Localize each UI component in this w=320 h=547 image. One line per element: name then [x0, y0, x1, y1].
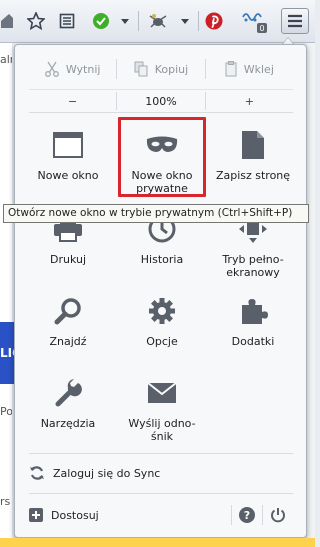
- tools-label: Narzędzia: [40, 417, 96, 430]
- banner-text: LIC: [0, 346, 14, 360]
- copy-button[interactable]: Kopiuj: [117, 55, 204, 83]
- new-window-label: Nowe okno: [37, 169, 99, 182]
- search-icon: [54, 298, 81, 325]
- sync-label: Zaloguj się do Sync: [53, 466, 161, 480]
- toolbar-separator: [138, 11, 139, 31]
- bookmark-star-icon[interactable]: [24, 10, 48, 32]
- home-icon[interactable]: [0, 10, 14, 32]
- clipboard-icon: [225, 61, 237, 77]
- send-link-button[interactable]: Wyślij odno-śnik: [114, 375, 210, 443]
- save-page-label: Zapisz stronę: [215, 169, 291, 182]
- gear-icon: [149, 298, 175, 324]
- fullscreen-label: Tryb pełno-ekranowy: [222, 253, 284, 279]
- page-footer-strip: [0, 538, 315, 547]
- new-window-button[interactable]: Nowe okno: [20, 127, 116, 182]
- zoom-reset-button[interactable]: 100%: [117, 95, 204, 108]
- puzzle-icon: [242, 299, 268, 324]
- scissors-icon: [44, 61, 59, 77]
- options-button[interactable]: Opcje: [114, 293, 210, 348]
- zoom-out-button[interactable]: −: [29, 95, 116, 108]
- addon-badge-count: 0: [259, 24, 264, 33]
- envelope-icon: [147, 382, 177, 403]
- dropdown-arrow-icon[interactable]: [117, 10, 133, 32]
- zoom-in-button[interactable]: +: [206, 95, 293, 108]
- addon-bug-icon[interactable]: [145, 10, 171, 32]
- divider: [29, 453, 293, 454]
- addons-label: Dodatki: [231, 335, 275, 348]
- browser-toolbar: 0: [0, 0, 315, 43]
- options-label: Opcje: [146, 335, 178, 348]
- menu-footer: Dostosuj ?: [29, 500, 293, 530]
- window-icon: [53, 132, 83, 158]
- find-label: Znajdź: [49, 335, 87, 348]
- plus-square-icon: [29, 508, 43, 522]
- print-label: Drukuj: [49, 253, 87, 266]
- sync-icon: [30, 466, 44, 480]
- help-button[interactable]: ?: [232, 502, 262, 528]
- find-button[interactable]: Znajdź: [20, 293, 116, 348]
- power-icon: [271, 508, 285, 523]
- open-menu-button[interactable]: [281, 8, 309, 34]
- addon-green-check-icon[interactable]: [89, 10, 113, 32]
- copy-icon: [134, 61, 148, 77]
- cut-label: Wytnij: [65, 62, 101, 76]
- save-page-icon: [242, 131, 264, 159]
- background-text: aln: [0, 53, 12, 66]
- paste-button[interactable]: Wklej: [206, 55, 293, 83]
- private-window-tooltip: Otwórz nowe okno w trybie prywatnym (Ctr…: [3, 204, 309, 223]
- paste-label: Wklej: [243, 62, 274, 76]
- pinterest-icon[interactable]: [202, 10, 226, 32]
- firefox-menu-panel: Wytnij Kopiuj Wklej − 100% + Nowe okno N…: [14, 44, 307, 538]
- customize-button[interactable]: Dostosuj: [29, 508, 231, 522]
- edit-controls: Wytnij Kopiuj Wklej: [29, 55, 293, 83]
- sync-signin-button[interactable]: Zaloguj się do Sync: [29, 458, 293, 488]
- menu-icon: [288, 14, 302, 28]
- help-icon: ?: [239, 507, 255, 523]
- cut-button[interactable]: Wytnij: [29, 55, 116, 83]
- addons-button[interactable]: Dodatki: [205, 293, 301, 348]
- divider: [29, 493, 293, 494]
- bookmarks-list-icon[interactable]: [55, 10, 79, 32]
- private-window-highlight: [118, 117, 206, 197]
- page-scrollbar[interactable]: [307, 43, 315, 547]
- page-background: aln Po rs: [0, 43, 12, 547]
- zoom-controls: − 100% +: [29, 89, 293, 112]
- save-page-button[interactable]: Zapisz stronę: [205, 127, 301, 182]
- customize-label: Dostosuj: [51, 508, 99, 522]
- background-text: rs: [0, 495, 11, 508]
- dropdown-arrow-icon[interactable]: [177, 10, 193, 32]
- wrench-icon: [55, 379, 82, 407]
- history-label: Historia: [140, 253, 184, 266]
- tools-button[interactable]: Narzędzia: [20, 375, 116, 430]
- quit-button[interactable]: [263, 502, 293, 528]
- svg-text:?: ?: [244, 509, 250, 522]
- copy-label: Kopiuj: [154, 62, 189, 76]
- addon-signal-icon[interactable]: 0: [239, 10, 269, 33]
- page-banner: LIC: [0, 322, 14, 384]
- background-text: Po: [0, 405, 12, 418]
- toolbar-separator: [198, 11, 199, 31]
- divider: [29, 112, 293, 113]
- send-link-label: Wyślij odno-śnik: [128, 417, 196, 443]
